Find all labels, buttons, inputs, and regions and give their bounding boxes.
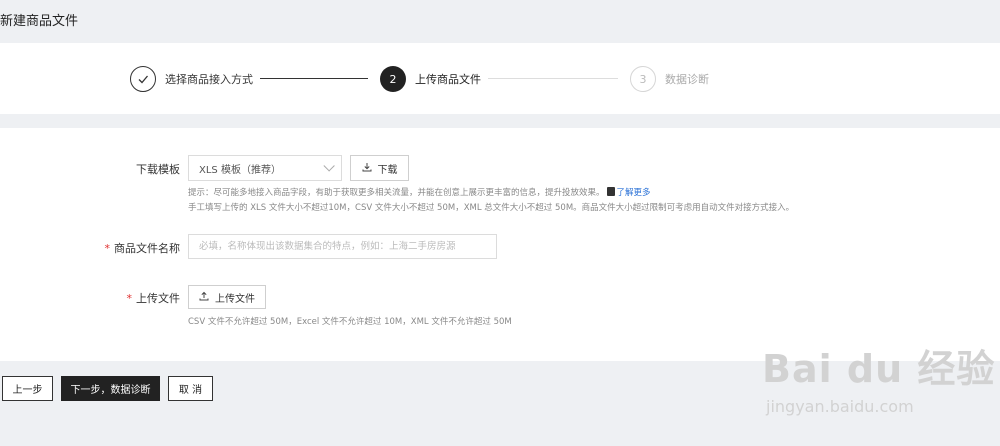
step-label: 选择商品接入方式	[165, 73, 253, 86]
upload-icon	[199, 291, 209, 304]
upload-hint: CSV 文件不允许超过 50M，Excel 文件不允许超过 10M，XML 文件…	[188, 317, 512, 327]
download-template-button[interactable]: 下载	[350, 155, 409, 181]
upload-form: 下载模板 XLS 模板（推荐） 下载 提示：尽可能多地接入商品字段，有助于获取更…	[0, 128, 1000, 361]
step-label: 数据诊断	[665, 73, 709, 86]
template-label: 下载模板	[136, 163, 180, 176]
baidu-watermark: Bai du 经验 jingyan.baidu.com	[762, 338, 995, 416]
step-number: 2	[380, 66, 406, 92]
prev-step-button[interactable]: 上一步	[2, 376, 53, 401]
upload-file-label: * 上传文件	[126, 292, 181, 305]
upload-file-button[interactable]: 上传文件	[188, 285, 266, 309]
step-connector	[488, 78, 618, 79]
download-label: 下载	[377, 164, 398, 176]
upload-button-label: 上传文件	[215, 293, 255, 305]
template-hint: 提示：尽可能多地接入商品字段，有助于获取更多相关流量，并能在创意上展示更丰富的信…	[188, 186, 651, 198]
template-select-value: XLS 模板（推荐）	[199, 164, 281, 176]
file-name-label: * 商品文件名称	[104, 242, 181, 255]
template-hint-text: 提示：尽可能多地接入商品字段，有助于获取更多相关流量，并能在创意上展示更丰富的信…	[188, 188, 605, 198]
step-select-method: 选择商品接入方式	[130, 66, 253, 92]
download-icon	[362, 162, 372, 175]
cancel-button[interactable]: 取 消	[168, 376, 213, 401]
learn-more-link[interactable]: 了解更多	[617, 188, 651, 198]
next-step-button[interactable]: 下一步，数据诊断	[61, 376, 160, 401]
watermark-logo: Bai du 经验	[762, 347, 996, 391]
file-size-hint: 手工填写上传的 XLS 文件大小不超过10M，CSV 文件大小不超过 50M，X…	[188, 203, 795, 213]
step-data-diagnosis: 3 数据诊断	[630, 66, 709, 92]
steps-bar: 选择商品接入方式 2 上传商品文件 3 数据诊断	[0, 43, 1000, 114]
page-title: 新建商品文件	[0, 14, 79, 29]
checkmark-icon	[130, 66, 156, 92]
chevron-down-icon	[323, 160, 335, 172]
watermark-url: jingyan.baidu.com	[766, 397, 914, 416]
book-icon	[606, 187, 615, 196]
step-upload-file: 2 上传商品文件	[380, 66, 481, 92]
step-connector	[260, 78, 368, 79]
step-label: 上传商品文件	[415, 73, 481, 86]
template-select[interactable]: XLS 模板（推荐）	[188, 155, 342, 181]
step-number: 3	[630, 66, 656, 92]
file-name-input[interactable]	[188, 234, 497, 259]
